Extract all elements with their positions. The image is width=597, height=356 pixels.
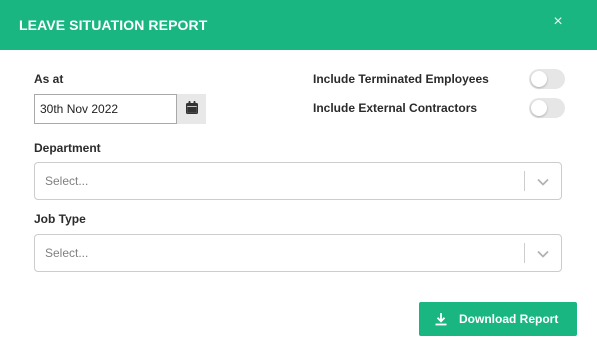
as-at-label: As at [34,72,64,86]
chevron-down-icon[interactable] [533,173,553,191]
include-contractors-toggle[interactable] [529,98,565,118]
download-report-label: Download Report [459,312,559,326]
job-type-placeholder: Select... [45,246,89,260]
close-icon[interactable]: × [549,12,567,32]
as-at-date-picker [34,94,206,124]
department-select[interactable]: Select... [34,162,562,200]
download-report-button[interactable]: Download Report [419,302,577,336]
download-icon [434,312,448,326]
job-type-select[interactable]: Select... [34,234,562,272]
as-at-date-input[interactable] [34,94,177,124]
leave-report-dialog: LEAVE SITUATION REPORT × As at Include T… [0,0,597,356]
dialog-header: LEAVE SITUATION REPORT × [0,0,597,50]
dialog-title: LEAVE SITUATION REPORT [19,17,208,33]
chevron-down-icon[interactable] [533,245,553,263]
include-terminated-label: Include Terminated Employees [313,72,489,86]
calendar-button[interactable] [177,94,206,124]
toggle-knob [531,100,547,116]
department-placeholder: Select... [45,174,89,188]
include-contractors-label: Include External Contractors [313,101,478,115]
calendar-icon [185,101,198,117]
select-separator [524,171,525,191]
toggle-knob [531,71,547,87]
job-type-label: Job Type [34,212,86,226]
department-label: Department [34,141,101,155]
select-separator [524,243,525,263]
include-terminated-toggle[interactable] [529,69,565,89]
